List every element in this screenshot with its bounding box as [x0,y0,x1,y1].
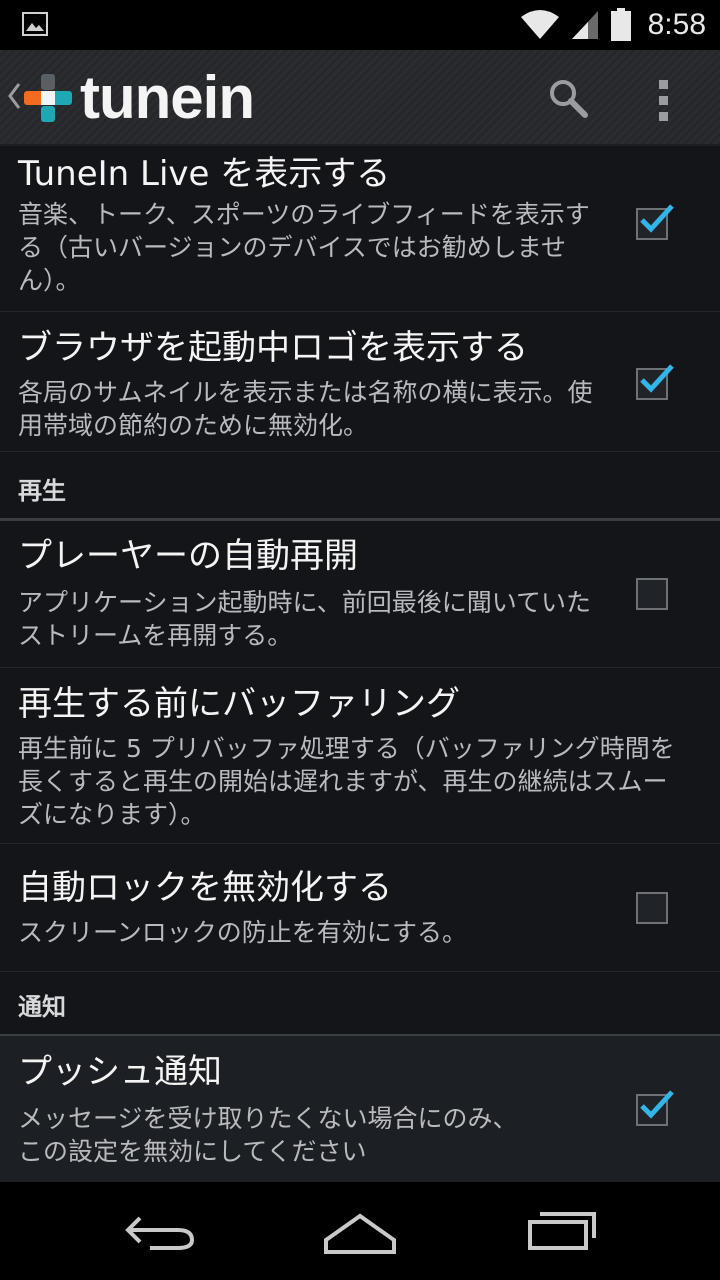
tunein-logo-text: tunein [80,64,255,131]
navigation-bar [0,1182,720,1280]
check-icon [640,364,674,393]
pref-tunein-live[interactable]: TuneIn Live を表示する 音楽、トーク、スポーツのライブフィードを表示… [0,146,720,312]
signal-icon [571,11,598,39]
battery-icon [610,8,631,41]
auto-resume-checkbox[interactable] [636,578,668,610]
tunein-live-checkbox[interactable] [636,204,674,240]
pref-title: プッシュ通知 [18,1052,222,1092]
pref-summary: 再生前に 5 プリバッファ処理する（バッファリング時間を長くすると再生の開始は遅… [18,734,675,829]
pref-disable-autolock[interactable]: 自動ロックを無効化する スクリーンロックの防止を有効にする。 [0,844,720,972]
status-bar: 8:58 [0,0,720,50]
pref-summary: アプリケーション起動時に、前回最後に聞いていたストリームを再開する。 [18,588,592,650]
pref-prebuffer[interactable]: 再生する前にバッファリング 再生前に 5 プリバッファ処理する（バッファリング時… [0,668,720,844]
home-icon[interactable] [320,1200,400,1260]
gallery-notification-icon [22,12,48,36]
category-playback-label: 再生 [18,477,66,505]
pref-auto-resume[interactable]: プレーヤーの自動再開 アプリケーション起動時に、前回最後に聞いていたストリームを… [0,518,720,668]
pref-summary: メッセージを受け取りたくない場合にのみ、この設定を無効にしてください [18,1104,518,1166]
check-icon [640,204,674,233]
category-notifications-label: 通知 [18,993,66,1021]
recent-apps-icon[interactable] [520,1200,600,1260]
check-icon [640,1090,674,1119]
pref-show-logos[interactable]: ブラウザを起動中ロゴを表示する 各局のサムネイルを表示または名称の横に表示。使用… [0,312,720,452]
category-playback: 再生 [0,452,720,521]
pref-title: プレーヤーの自動再開 [18,536,358,576]
tunein-logo-icon [24,74,72,122]
wifi-icon [520,10,559,39]
pref-title: TuneIn Live を表示する [18,154,391,194]
push-notifications-checkbox[interactable] [636,1090,674,1126]
category-notifications: 通知 [0,972,720,1037]
pref-push-notifications[interactable]: プッシュ通知 メッセージを受け取りたくない場合にのみ、この設定を無効にしてくださ… [0,1036,720,1182]
status-clock: 8:58 [647,8,706,41]
pref-title: 自動ロックを無効化する [18,868,392,908]
pref-summary: 音楽、トーク、スポーツのライブフィードを表示する（古いバージョンのデバイスではお… [18,200,590,295]
disable-autolock-checkbox[interactable] [636,892,668,924]
settings-list: TuneIn Live を表示する 音楽、トーク、スポーツのライブフィードを表示… [0,146,720,1182]
pref-summary: スクリーンロックの防止を有効にする。 [18,918,468,947]
back-icon[interactable] [120,1200,200,1260]
pref-summary: 各局のサムネイルを表示または名称の横に表示。使用帯域の節約のために無効化。 [18,378,593,440]
show-logos-checkbox[interactable] [636,364,674,400]
pref-title: ブラウザを起動中ロゴを表示する [18,328,528,368]
overflow-menu-icon[interactable] [640,76,688,124]
search-icon[interactable] [546,76,590,120]
pref-title: 再生する前にバッファリング [18,684,460,724]
action-bar: tunein [0,50,720,146]
up-navigation-icon[interactable] [6,80,22,112]
